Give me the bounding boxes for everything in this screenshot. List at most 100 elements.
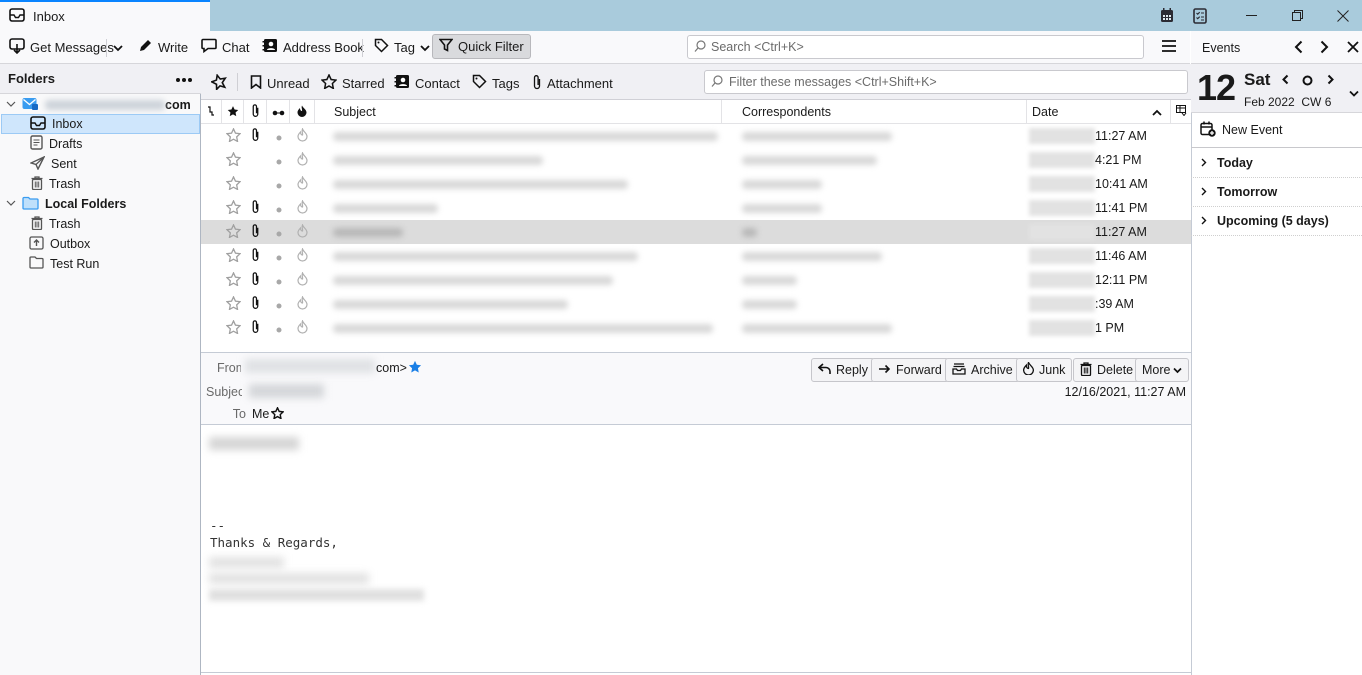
star-icon[interactable] — [270, 406, 285, 422]
folder-local-folders[interactable]: Local Folders — [0, 194, 199, 214]
read-toggle[interactable] — [267, 124, 290, 148]
chevron-down-icon[interactable] — [6, 100, 16, 111]
filter-attachment-button[interactable]: Attachment — [532, 73, 613, 93]
close-icon[interactable] — [1320, 0, 1362, 31]
message-row[interactable]: 11:46 AM — [201, 244, 1191, 268]
attachment-column[interactable] — [244, 100, 267, 124]
column-picker-button[interactable] — [1171, 100, 1191, 124]
message-row[interactable]: 12:11 PM — [201, 268, 1191, 292]
junk-toggle[interactable] — [290, 292, 315, 316]
folder-item-inbox[interactable]: Inbox — [1, 114, 200, 134]
subject-column[interactable]: Subject — [315, 100, 722, 124]
message-row[interactable]: 11:27 AM — [201, 220, 1191, 244]
archive-button[interactable]: Archive — [945, 358, 1020, 382]
read-toggle[interactable] — [267, 292, 290, 316]
starred-column[interactable] — [222, 100, 244, 124]
message-row[interactable]: 11:41 PM — [201, 196, 1191, 220]
forward-button[interactable]: Forward — [871, 358, 949, 382]
events-next-button[interactable] — [1320, 40, 1329, 57]
star-toggle[interactable] — [222, 292, 244, 316]
read-toggle[interactable] — [267, 172, 290, 196]
read-toggle[interactable] — [267, 196, 290, 220]
filter-unread-button[interactable]: Unread — [250, 73, 310, 93]
correspondents-column[interactable]: Correspondents — [722, 100, 1027, 124]
thread-column[interactable] — [201, 100, 222, 124]
folder-account[interactable]: com — [0, 95, 199, 115]
star-toggle[interactable] — [222, 268, 244, 292]
app-menu-button[interactable] — [1158, 35, 1180, 59]
star-toggle[interactable] — [222, 244, 244, 268]
message-row[interactable]: :39 AM — [201, 292, 1191, 316]
star-toggle[interactable] — [222, 196, 244, 220]
read-toggle[interactable] — [267, 148, 290, 172]
day-next-button[interactable] — [1327, 73, 1334, 88]
star-toggle[interactable] — [222, 172, 244, 196]
message-row[interactable]: 4:21 PM — [201, 148, 1191, 172]
tag-button[interactable]: Tag — [370, 35, 434, 59]
sticky-filter-toggle[interactable] — [209, 72, 227, 93]
star-filled-icon[interactable] — [408, 360, 422, 376]
events-close-button[interactable] — [1347, 41, 1359, 56]
to-value[interactable]: Me — [252, 407, 269, 421]
read-status-column[interactable] — [267, 100, 290, 124]
reply-button[interactable]: Reply — [811, 358, 875, 382]
junk-toggle[interactable] — [290, 196, 315, 220]
folder-item-sent[interactable]: Sent — [0, 154, 199, 174]
write-button[interactable]: Write — [134, 35, 192, 59]
quick-filter-button[interactable]: Quick Filter — [432, 34, 531, 59]
date-column[interactable]: Date — [1027, 100, 1171, 124]
more-button[interactable]: More — [1135, 358, 1190, 382]
message-row[interactable]: 11:27 AM — [201, 124, 1191, 148]
message-row[interactable]: 10:41 AM — [201, 172, 1191, 196]
get-messages-dropdown[interactable] — [109, 35, 127, 59]
junk-button[interactable]: Junk — [1016, 358, 1073, 382]
junk-column[interactable] — [290, 100, 315, 124]
filter-messages-input[interactable]: Filter these messages <Ctrl+Shift+K> — [704, 70, 1188, 94]
message-row[interactable]: 1 PM — [201, 316, 1191, 340]
account-name-suffix: com — [165, 98, 191, 112]
junk-toggle[interactable] — [290, 124, 315, 148]
chat-button[interactable]: Chat — [197, 35, 253, 59]
read-toggle[interactable] — [267, 316, 290, 340]
junk-toggle[interactable] — [290, 268, 315, 292]
agenda-section-tomorrow[interactable]: Tomorrow — [1191, 178, 1362, 207]
address-book-button[interactable]: Address Book — [258, 35, 368, 59]
read-toggle[interactable] — [267, 268, 290, 292]
folder-item-drafts[interactable]: Drafts — [0, 134, 199, 154]
filter-contact-button[interactable]: Contact — [394, 73, 460, 93]
events-prev-button[interactable] — [1294, 40, 1303, 57]
filter-starred-button[interactable]: Starred — [320, 73, 385, 93]
folder-label: Sent — [51, 157, 77, 171]
day-prev-button[interactable] — [1282, 73, 1289, 88]
agenda-section-today[interactable]: Today — [1191, 149, 1362, 178]
filter-tags-button[interactable]: Tags — [472, 73, 519, 93]
junk-toggle[interactable] — [290, 148, 315, 172]
junk-toggle[interactable] — [290, 172, 315, 196]
restore-icon[interactable] — [1274, 0, 1320, 31]
star-toggle[interactable] — [222, 124, 244, 148]
chevron-down-icon[interactable] — [6, 199, 16, 210]
minimonth-toggle-button[interactable] — [1349, 86, 1359, 101]
tab-inbox[interactable]: Inbox — [0, 0, 210, 31]
get-messages-button[interactable]: Get Messages — [5, 35, 118, 59]
folder-item-test-run[interactable]: Test Run — [0, 254, 199, 274]
read-toggle[interactable] — [267, 244, 290, 268]
folder-item-trash[interactable]: Trash — [0, 174, 199, 194]
junk-toggle[interactable] — [290, 316, 315, 340]
star-toggle[interactable] — [222, 220, 244, 244]
global-search-input[interactable]: Search <Ctrl+K> — [687, 35, 1144, 59]
junk-toggle[interactable] — [290, 220, 315, 244]
folder-item-outbox[interactable]: Outbox — [0, 234, 199, 254]
star-toggle[interactable] — [222, 148, 244, 172]
star-toggle[interactable] — [222, 316, 244, 340]
folder-item-local-trash[interactable]: Trash — [0, 214, 199, 234]
new-event-button[interactable]: New Event — [1191, 113, 1362, 148]
minimize-icon[interactable] — [1228, 0, 1274, 31]
delete-button[interactable]: Delete — [1073, 358, 1141, 382]
junk-toggle[interactable] — [290, 244, 315, 268]
read-toggle[interactable] — [267, 220, 290, 244]
today-button[interactable] — [1302, 74, 1313, 89]
folder-pane-menu-button[interactable] — [175, 71, 193, 86]
agenda-section-upcoming[interactable]: Upcoming (5 days) — [1191, 207, 1362, 236]
tasks-icon[interactable] — [1177, 0, 1223, 31]
